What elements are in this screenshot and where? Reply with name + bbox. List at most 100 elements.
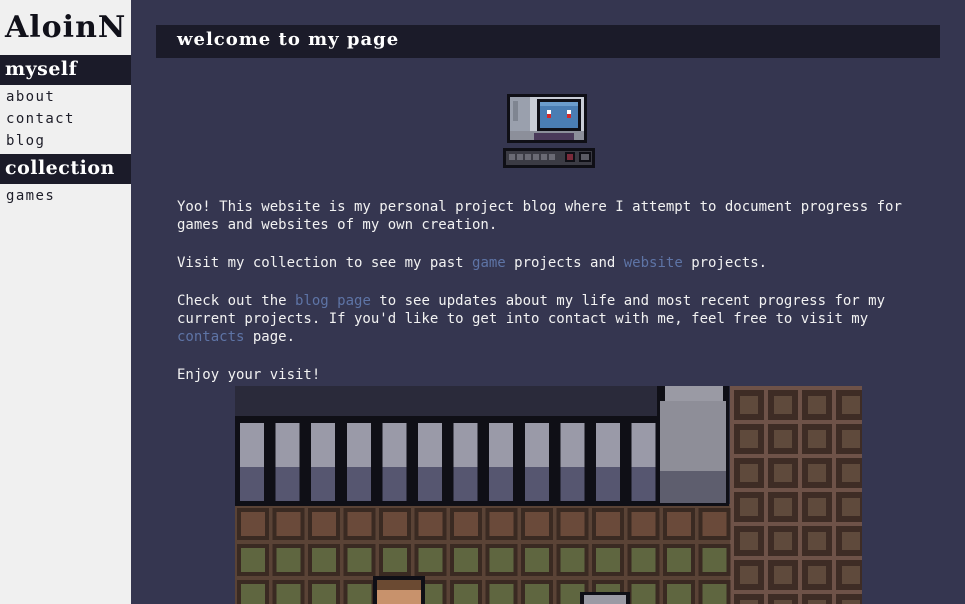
wall-tile-inner [806, 428, 828, 450]
floor-tile-inner [383, 512, 407, 536]
wall-tile-inner [738, 530, 760, 552]
section-header-collection: collection [0, 154, 131, 184]
floor-tile-inner [241, 512, 265, 536]
intro-paragraph-3: Check out the blog page to see updates a… [177, 292, 922, 346]
floor-tile-inner [489, 512, 514, 536]
floor-tile-inner [418, 548, 443, 572]
wall-tile-inner [738, 496, 760, 518]
fence-post-bottom [596, 467, 620, 501]
nav-list-myself: about contact blog [0, 85, 131, 154]
title-bar: welcome to my page [156, 25, 940, 58]
floor-tile-inner [525, 548, 549, 572]
floor-tile-inner [454, 512, 478, 536]
game-link[interactable]: game [472, 255, 506, 271]
contacts-link[interactable]: contacts [177, 329, 244, 345]
floor-tile-inner [312, 512, 336, 536]
fence-post-top [560, 423, 585, 467]
wall-tile-inner [840, 564, 862, 586]
wall-tile-inner [772, 598, 794, 604]
pixel-game-screenshot [235, 386, 862, 604]
text-segment: page. [244, 329, 296, 345]
fence-post-bottom [275, 467, 300, 501]
floor-tile-inner [454, 584, 478, 604]
floor-tile-inner [702, 584, 727, 604]
fence-post-top [631, 423, 656, 467]
fence-post-top [240, 423, 264, 467]
floor-tile-inner [631, 584, 656, 604]
floor-tile-inner [560, 548, 585, 572]
fence-post-bottom [346, 467, 371, 501]
wall-tile-inner [772, 564, 794, 586]
wall-tile-inner [772, 496, 794, 518]
fence-post-bottom [382, 467, 407, 501]
text-segment: projects and [505, 255, 624, 271]
wall-tile-inner [806, 564, 828, 586]
fence-post-bottom [524, 467, 549, 501]
floor-tile-inner [276, 584, 301, 604]
nav-link-about[interactable]: about [6, 86, 131, 108]
nav-link-games[interactable]: games [6, 185, 131, 207]
wall-tile-inner [840, 598, 862, 604]
fence-post-bottom [489, 467, 514, 501]
sidebar: AloinN myself about contact blog collect… [0, 0, 131, 604]
floor-tile-inner [276, 548, 301, 572]
nav-link-contact[interactable]: contact [6, 108, 131, 130]
intro-paragraph-4: Enjoy your visit! [177, 367, 321, 383]
floor-tile-inner [631, 548, 656, 572]
text-segment: projects. [682, 255, 768, 271]
fence-post-bottom [240, 467, 264, 501]
wall-tile-inner [738, 462, 760, 484]
floor-tile-inner [596, 512, 620, 536]
fence-post-bottom [453, 467, 478, 501]
wall-tile-inner [840, 462, 862, 484]
robot-computer-icon [503, 94, 595, 168]
floor-tile-inner [418, 512, 443, 536]
floor-tile-inner [667, 512, 691, 536]
website-link[interactable]: website [624, 255, 683, 271]
floor-tile-inner [525, 584, 549, 604]
floor-tile-inner [489, 584, 514, 604]
wall-tile-inner [840, 496, 862, 518]
intro-paragraph-1: Yoo! This website is my personal project… [177, 199, 902, 233]
fence-post-top [524, 423, 549, 467]
fence-post-top [275, 423, 300, 467]
intro-paragraph-2: Visit my collection to see my past game … [177, 254, 922, 272]
section-header-myself: myself [0, 55, 131, 85]
wall-tile-inner [840, 428, 862, 450]
wall-tile-inner [772, 462, 794, 484]
wall-tile-inner [806, 530, 828, 552]
wall-tile-inner [772, 428, 794, 450]
fence-post-bottom [631, 467, 656, 501]
wall-tile-inner [840, 530, 862, 552]
floor-tile-inner [702, 512, 727, 536]
wall-tile-inner [738, 598, 760, 604]
wall-tile-inner [772, 530, 794, 552]
wall-tile-inner [738, 394, 760, 416]
floor-tile-inner [276, 512, 301, 536]
nav-link-blog[interactable]: blog [6, 130, 131, 152]
fence-post-top [418, 423, 442, 467]
fence-post-bottom [311, 467, 336, 501]
fence-post-top [453, 423, 478, 467]
floor-tile-inner [702, 548, 727, 572]
floor-tile-inner [560, 512, 585, 536]
fence-post-top [596, 423, 620, 467]
wall-tile-inner [806, 394, 828, 416]
main-content: welcome to my page Yoo! This website is … [131, 0, 965, 604]
wall-tile-inner [806, 496, 828, 518]
wall-tile-inner [772, 394, 794, 416]
fence-post-top [346, 423, 371, 467]
fence-post-top [489, 423, 514, 467]
floor-tile-inner [667, 548, 691, 572]
floor-tile-inner [241, 548, 265, 572]
fence-post-bottom [560, 467, 585, 501]
floor-tile-inner [525, 512, 549, 536]
blog-page-link[interactable]: blog page [295, 293, 371, 309]
wall-tile-inner [738, 428, 760, 450]
page-title: welcome to my page [177, 29, 400, 50]
site-logo[interactable]: AloinN [0, 0, 131, 55]
wall-tile-inner [738, 564, 760, 586]
wall-tile-inner [840, 394, 862, 416]
nav-list-collection: games [0, 184, 131, 209]
fence-post-bottom [418, 467, 442, 501]
